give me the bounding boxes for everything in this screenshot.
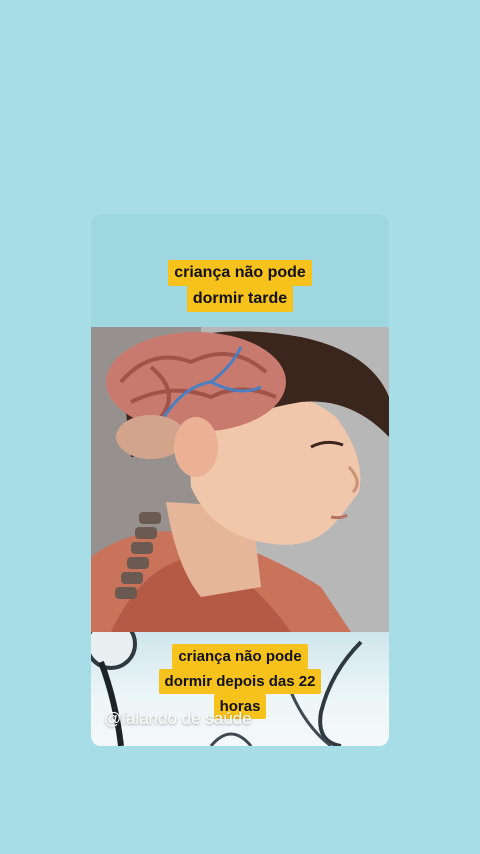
illustration-svg xyxy=(91,327,389,632)
caption-top-line: criança não pode xyxy=(168,260,312,286)
caption-top: criança não pode dormir tarde xyxy=(91,260,389,312)
video-page: criança não pode dormir tarde criança nã… xyxy=(0,0,480,854)
caption-bottom-line: criança não pode xyxy=(172,644,308,669)
caption-bottom-line: dormir depois das 22 xyxy=(158,669,322,694)
caption-bottom: criança não pode dormir depois das 22 ho… xyxy=(91,644,389,719)
post-card[interactable]: criança não pode dormir tarde criança nã… xyxy=(91,214,389,746)
child-brain-illustration xyxy=(91,327,389,632)
caption-top-line: dormir tarde xyxy=(186,286,294,312)
watermark: @falando de saúde xyxy=(104,709,252,728)
